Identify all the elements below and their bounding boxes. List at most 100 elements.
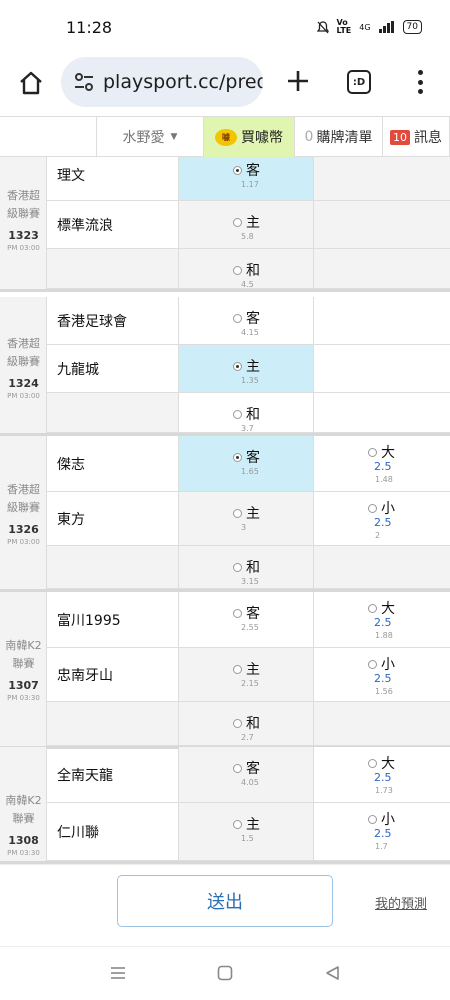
league-name: 香港超 bbox=[7, 189, 40, 202]
over-under-empty bbox=[314, 297, 450, 345]
radio-icon[interactable] bbox=[368, 447, 377, 457]
messages-link[interactable]: 10 訊息 bbox=[382, 117, 450, 157]
match-row: 九龍城主 1.35 bbox=[47, 345, 450, 393]
radio-icon[interactable] bbox=[368, 814, 377, 824]
submit-button[interactable]: 送出 bbox=[117, 875, 333, 927]
my-predictions-link[interactable]: 我的預測 bbox=[375, 893, 427, 912]
site-nav: 水野愛 ▼ 噱 買噱幣 0 購牌清單 10 訊息 bbox=[0, 116, 450, 157]
radio-icon[interactable] bbox=[233, 508, 242, 518]
bet-option[interactable]: 主 1.5 bbox=[179, 803, 314, 861]
bet-option[interactable]: 客 1.17 bbox=[179, 157, 314, 201]
league-name: 南韓K2 bbox=[5, 794, 42, 807]
bet-option[interactable]: 客 4.15 bbox=[179, 297, 314, 345]
over-under-option[interactable]: 大 2.5 1.73 bbox=[314, 747, 450, 803]
radio-icon[interactable] bbox=[233, 562, 242, 572]
league-column: 香港超 級聯賽 1323 PM 03:00 bbox=[0, 157, 47, 289]
match-row: 標準流浪主 5.8 bbox=[47, 201, 450, 249]
bet-option[interactable]: 主 5.8 bbox=[179, 201, 314, 249]
over-under-label[interactable]: 小 bbox=[368, 654, 395, 674]
over-under-side: 大 bbox=[381, 756, 395, 772]
status-bar: 11:28 Vo LTE 4G 70 bbox=[0, 0, 450, 56]
over-under-label[interactable]: 小 bbox=[368, 498, 395, 518]
bet-option-label[interactable]: 客 bbox=[233, 308, 260, 328]
bet-option[interactable]: 和 4.5 bbox=[179, 249, 314, 289]
radio-icon[interactable] bbox=[233, 409, 242, 419]
over-under-label[interactable]: 小 bbox=[368, 809, 395, 829]
overflow-menu-button[interactable] bbox=[410, 68, 430, 96]
url-text[interactable]: playsport.cc/pred bbox=[103, 71, 263, 93]
address-bar[interactable]: playsport.cc/pred bbox=[61, 57, 263, 107]
bet-option-label[interactable]: 客 bbox=[233, 447, 260, 467]
match-row: 和 4.5 bbox=[47, 249, 450, 289]
radio-selected-icon[interactable] bbox=[233, 165, 242, 175]
bet-option[interactable]: 主 2.15 bbox=[179, 648, 314, 702]
over-under-line: 2.5 bbox=[374, 827, 392, 840]
over-under-option[interactable]: 小 2.5 2 bbox=[314, 492, 450, 546]
radio-icon[interactable] bbox=[233, 217, 242, 227]
radio-selected-icon[interactable] bbox=[233, 452, 242, 462]
over-under-option[interactable]: 大 2.5 1.48 bbox=[314, 436, 450, 492]
match-row: 香港足球會客 4.15 bbox=[47, 297, 450, 345]
new-tab-button[interactable] bbox=[284, 67, 312, 95]
over-under-label[interactable]: 大 bbox=[368, 442, 395, 462]
radio-icon[interactable] bbox=[368, 659, 377, 669]
bet-option-label[interactable]: 主 bbox=[233, 814, 260, 834]
radio-icon[interactable] bbox=[233, 664, 242, 674]
bet-option[interactable]: 客 1.65 bbox=[179, 436, 314, 492]
user-menu[interactable]: 水野愛 ▼ bbox=[96, 117, 203, 157]
over-under-empty bbox=[314, 546, 450, 589]
back-button[interactable] bbox=[320, 961, 344, 985]
coin-icon: 噱 bbox=[215, 128, 237, 146]
bet-option[interactable]: 和 2.7 bbox=[179, 702, 314, 746]
match-row: 富川1995 客 2.55 大 2.5 1.88 bbox=[47, 592, 450, 648]
bet-option-label[interactable]: 和 bbox=[233, 713, 260, 733]
home-button[interactable] bbox=[14, 66, 48, 100]
bet-option[interactable]: 主3 bbox=[179, 492, 314, 546]
bet-option-label[interactable]: 主 bbox=[233, 212, 260, 232]
bet-option[interactable]: 客 4.05 bbox=[179, 747, 314, 803]
match-block: 香港超 級聯賽 1323 PM 03:00 理文客 1.17 標準流浪主 5.8 和 4.5 bbox=[0, 157, 450, 292]
radio-icon[interactable] bbox=[368, 603, 377, 613]
browser-toolbar: playsport.cc/pred :D bbox=[0, 56, 450, 116]
radio-icon[interactable] bbox=[233, 313, 242, 323]
bet-option-label[interactable]: 主 bbox=[233, 356, 260, 376]
radio-selected-icon[interactable] bbox=[233, 361, 242, 371]
bet-option-label[interactable]: 和 bbox=[233, 557, 260, 577]
radio-icon[interactable] bbox=[233, 763, 242, 773]
over-under-label[interactable]: 大 bbox=[368, 598, 395, 618]
bet-option[interactable]: 和 3.15 bbox=[179, 546, 314, 589]
bet-option[interactable]: 和 3.7 bbox=[179, 393, 314, 433]
bet-option-label[interactable]: 客 bbox=[233, 758, 260, 778]
over-under-odds: 1.7 bbox=[375, 842, 388, 851]
recents-button[interactable] bbox=[106, 961, 130, 985]
tab-switcher-button[interactable]: :D bbox=[347, 70, 371, 94]
radio-icon[interactable] bbox=[368, 758, 377, 768]
over-under-option[interactable]: 小 2.5 1.7 bbox=[314, 803, 450, 861]
league-info: 南韓K2 聯賽 1308 PM 03:30 bbox=[0, 792, 47, 857]
over-under-option[interactable]: 大 2.5 1.88 bbox=[314, 592, 450, 648]
signal-icon bbox=[378, 21, 394, 33]
radio-icon[interactable] bbox=[233, 819, 242, 829]
bet-option-label[interactable]: 主 bbox=[233, 659, 260, 679]
match-time: PM 03:30 bbox=[7, 694, 40, 702]
over-under-label[interactable]: 大 bbox=[368, 753, 395, 773]
bet-option-label[interactable]: 主 bbox=[233, 503, 260, 523]
bet-option-label[interactable]: 客 bbox=[233, 160, 260, 180]
league-column: 香港超 級聯賽 1324 PM 03:00 bbox=[0, 297, 47, 433]
radio-icon[interactable] bbox=[233, 718, 242, 728]
bet-option[interactable]: 客 2.55 bbox=[179, 592, 314, 648]
radio-icon[interactable] bbox=[233, 608, 242, 618]
site-settings-icon[interactable] bbox=[73, 71, 95, 93]
buy-coins-button[interactable]: 噱 買噱幣 bbox=[203, 117, 294, 157]
over-under-option[interactable]: 小 2.5 1.56 bbox=[314, 648, 450, 702]
bet-odds: 3.7 bbox=[241, 424, 254, 433]
match-row: 仁川聯主 1.5 小 2.5 1.7 bbox=[47, 803, 450, 861]
bet-option-label[interactable]: 客 bbox=[233, 603, 260, 623]
bet-option-label[interactable]: 和 bbox=[233, 404, 260, 424]
home-nav-button[interactable] bbox=[213, 961, 237, 985]
radio-icon[interactable] bbox=[233, 265, 242, 275]
radio-icon[interactable] bbox=[368, 503, 377, 513]
bet-option-label[interactable]: 和 bbox=[233, 260, 260, 280]
cart-link[interactable]: 0 購牌清單 bbox=[294, 117, 382, 157]
bet-option[interactable]: 主 1.35 bbox=[179, 345, 314, 393]
